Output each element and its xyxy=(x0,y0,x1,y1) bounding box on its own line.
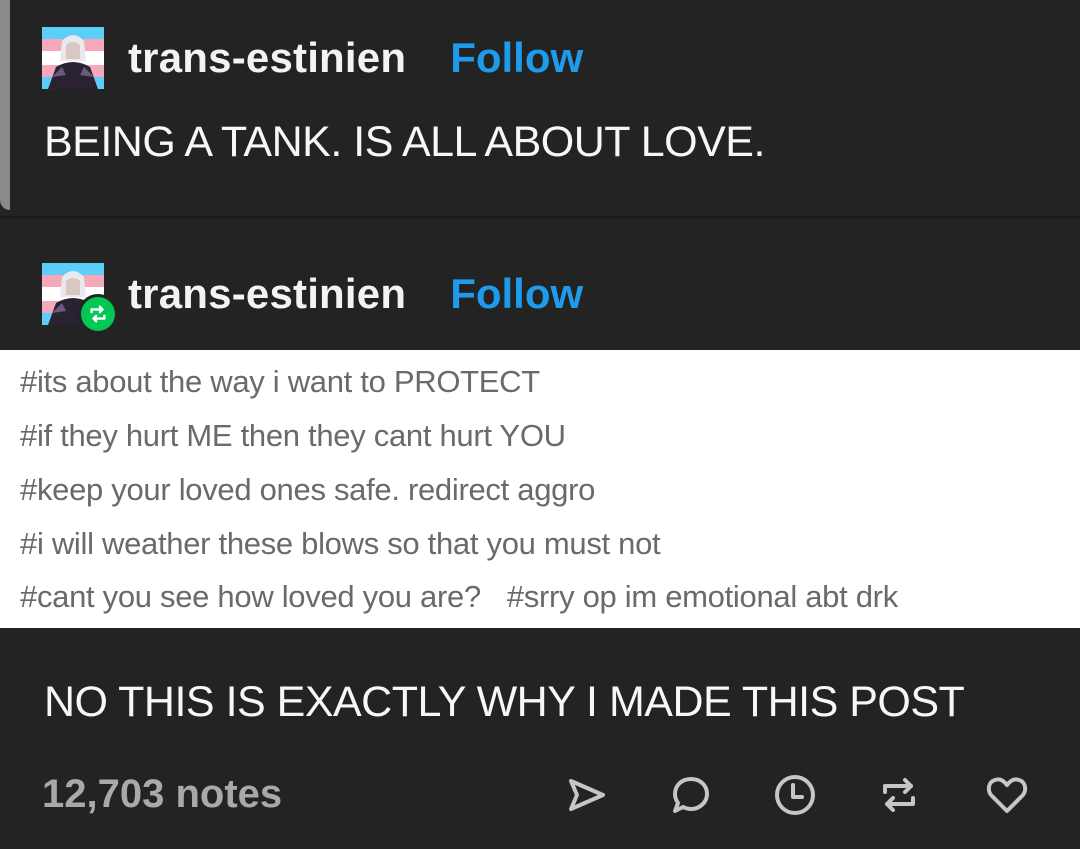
tag[interactable]: #i will weather these blows so that you … xyxy=(20,526,661,561)
reblog-badge xyxy=(78,294,118,334)
tag-line: #keep your loved ones safe. redirect agg… xyxy=(20,472,595,508)
tag[interactable]: #keep your loved ones safe. redirect agg… xyxy=(20,472,595,507)
avatar[interactable] xyxy=(42,27,104,89)
tags-section: #its about the way i want to PROTECT #if… xyxy=(0,350,1080,628)
original-post: trans-estinien Follow BEING A TANK. IS A… xyxy=(0,0,1080,218)
blog-name-link[interactable]: trans-estinien xyxy=(128,34,406,82)
scrollbar-edge xyxy=(0,0,10,210)
reblog-button[interactable] xyxy=(872,768,926,822)
like-button[interactable] xyxy=(980,768,1034,822)
tag-line: #i will weather these blows so that you … xyxy=(20,526,661,562)
tag[interactable]: #if they hurt ME then they cant hurt YOU xyxy=(20,418,566,453)
reblog-header: trans-estinien Follow xyxy=(42,262,583,326)
avatar-figure-icon xyxy=(48,35,98,89)
post-body-text: BEING A TANK. IS ALL ABOUT LOVE. xyxy=(44,118,765,166)
tag-line: #its about the way i want to PROTECT xyxy=(20,364,540,400)
queue-icon xyxy=(775,775,815,815)
queue-button[interactable] xyxy=(768,768,822,822)
tag[interactable]: #cant you see how loved you are? xyxy=(20,579,481,614)
reblog-icon xyxy=(90,305,106,323)
follow-button[interactable]: Follow xyxy=(450,34,583,82)
like-icon xyxy=(986,777,1028,813)
notes-count[interactable]: 12,703 notes xyxy=(42,772,282,817)
blog-name-link[interactable]: trans-estinien xyxy=(128,270,406,318)
share-icon xyxy=(569,779,605,811)
reblog-body-text: NO THIS IS EXACTLY WHY I MADE THIS POST xyxy=(44,678,965,726)
original-post-header: trans-estinien Follow xyxy=(42,26,583,90)
follow-button[interactable]: Follow xyxy=(450,270,583,318)
tag-line: #if they hurt ME then they cant hurt YOU xyxy=(20,418,566,454)
reblog-icon xyxy=(883,778,915,812)
tag-line: #cant you see how loved you are? #srry op… xyxy=(20,579,898,615)
reply-button[interactable] xyxy=(664,768,718,822)
tag[interactable]: #srry op im emotional abt drk xyxy=(507,579,898,614)
share-button[interactable] xyxy=(560,768,614,822)
tag[interactable]: #its about the way i want to PROTECT xyxy=(20,364,540,399)
reply-icon xyxy=(673,777,709,813)
